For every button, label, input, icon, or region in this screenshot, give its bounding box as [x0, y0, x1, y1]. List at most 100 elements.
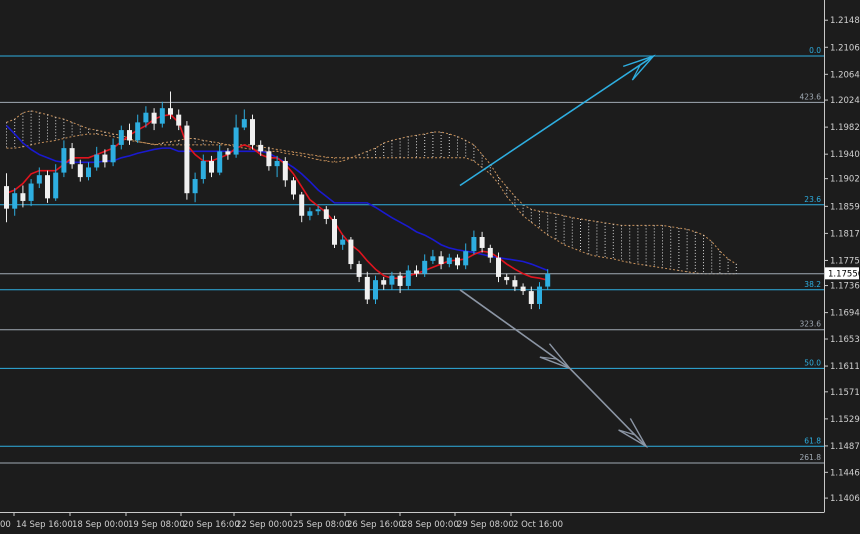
candle-body: [28, 183, 34, 201]
price-tick-label: 1.19026: [830, 175, 860, 185]
candle-body: [471, 237, 477, 252]
price-tick-label: 1.18596: [830, 202, 860, 212]
price-tick-label: 1.14066: [830, 494, 860, 504]
candle-body: [4, 186, 9, 209]
candle-body: [340, 239, 346, 245]
candle-body: [86, 167, 91, 178]
fibo-level-label: 38.2: [804, 280, 821, 289]
candle-body: [53, 172, 59, 199]
time-tick-label: 26 Sep 16:00: [347, 520, 404, 530]
time-tick-label: 19 Sep 08:00: [128, 520, 185, 530]
price-tick-label: 1.19826: [830, 123, 860, 133]
candle-body: [348, 239, 354, 265]
candle-body: [455, 257, 460, 266]
current-price-label: 1.17556: [828, 269, 860, 279]
candle-body: [315, 209, 321, 212]
candle-body: [487, 247, 493, 258]
price-tick-label: 1.19406: [830, 150, 860, 160]
fibo-level-label: 0.0: [809, 46, 821, 55]
candle-body: [241, 119, 247, 128]
candle-body: [118, 130, 124, 145]
price-tick-label: 1.15296: [830, 415, 860, 425]
chart-background: [0, 0, 860, 534]
candle-body: [159, 108, 165, 124]
candle-body: [233, 127, 239, 155]
candle-body: [77, 164, 83, 178]
price-tick-label: 1.17366: [830, 282, 860, 292]
candle-body: [258, 144, 264, 152]
time-tick-label: 2 Oct 16:00: [513, 520, 563, 530]
price-tick-label: 1.16946: [830, 309, 860, 319]
candle-body: [373, 280, 378, 300]
candle-body: [143, 112, 149, 123]
candle-body: [356, 264, 362, 277]
candle-body: [20, 193, 26, 201]
price-tick-label: 1.16536: [830, 335, 860, 345]
time-tick-label: 29 Sep 08:00: [457, 520, 514, 530]
candle-body: [520, 286, 526, 292]
candle-body: [217, 151, 223, 173]
candle-body: [528, 291, 534, 304]
candle-body: [381, 280, 387, 285]
candle-body: [192, 179, 198, 194]
candle-body: [323, 209, 329, 219]
price-tick-label: 1.20246: [830, 96, 860, 106]
candle-body: [102, 154, 108, 163]
price-tick-label: 1.20646: [830, 70, 860, 80]
candle-body: [291, 180, 296, 195]
fibo-level-label: 423.6: [800, 92, 822, 101]
candle-body: [94, 154, 100, 168]
candle-body: [504, 276, 510, 281]
candle-body: [151, 112, 157, 124]
time-tick-label: 00: [0, 520, 11, 530]
fibo-level-label: 50.0: [804, 358, 821, 367]
candle-body: [250, 119, 255, 145]
time-tick-label: 20 Sep 16:00: [183, 520, 240, 530]
current-price-marker: 1.17556: [825, 267, 860, 280]
candle-body: [200, 161, 206, 180]
fibo-level-label: 23.6: [804, 195, 821, 204]
price-tick-label: 1.18176: [830, 229, 860, 239]
candle-body: [512, 280, 518, 287]
time-tick-label: 18 Sep 00:00: [72, 520, 129, 530]
time-tick-label: 22 Sep 00:00: [236, 520, 293, 530]
candle-body: [176, 114, 182, 126]
candle-body: [61, 148, 67, 173]
price-chart[interactable]: 0.0 423.6 23.6 38.2 323.6 50.0 61.8 261.8 1.214…: [0, 0, 860, 534]
price-tick-label: 1.15716: [830, 388, 860, 398]
candle-body: [168, 108, 173, 115]
fibo-level-label: 323.6: [800, 320, 822, 329]
candle-body: [463, 251, 469, 266]
candle-body: [545, 273, 551, 287]
candle-body: [135, 122, 141, 141]
price-tick-label: 1.21486: [830, 16, 860, 26]
candle-body: [422, 260, 428, 274]
time-tick-label: 28 Sep 00:00: [402, 520, 459, 530]
fibo-level-label: 261.8: [800, 453, 822, 462]
candle-body: [414, 270, 419, 274]
candle-body: [127, 130, 132, 141]
time-tick-label: 14 Sep 16:00: [16, 520, 73, 530]
candle-body: [266, 151, 272, 167]
price-tick-label: 1.17756: [830, 256, 860, 266]
candle-body: [389, 275, 395, 285]
candle-body: [332, 218, 337, 245]
candle-body: [12, 193, 18, 209]
price-tick-label: 1.16116: [830, 362, 860, 372]
candle-body: [45, 175, 50, 199]
candle-body: [36, 175, 42, 184]
candle-body: [209, 161, 214, 173]
fibo-level-label: 61.8: [804, 436, 821, 445]
candle-body: [438, 256, 444, 265]
candle-body: [184, 125, 190, 194]
candle-body: [307, 211, 313, 216]
candle-body: [299, 194, 305, 216]
candle-body: [479, 237, 485, 248]
candle-body: [69, 148, 75, 165]
candle-body: [225, 151, 231, 155]
candle-body: [274, 161, 280, 167]
candle-body: [405, 270, 411, 286]
candle-body: [446, 257, 452, 265]
candle-body: [364, 276, 370, 300]
candle-body: [496, 257, 501, 277]
